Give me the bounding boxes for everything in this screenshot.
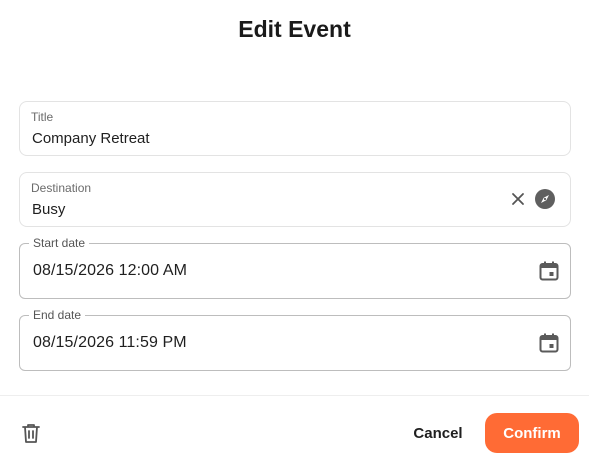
compass-icon[interactable]: [533, 187, 557, 211]
dialog-header: Edit Event: [0, 0, 589, 60]
end-date-label: End date: [29, 308, 86, 322]
cancel-button[interactable]: Cancel: [396, 413, 480, 453]
title-field-value[interactable]: Company Retreat: [32, 130, 150, 147]
confirm-button[interactable]: Confirm: [485, 413, 579, 453]
destination-field-value[interactable]: Busy: [32, 201, 65, 218]
destination-field-label: Destination: [31, 181, 92, 195]
footer-divider: [0, 395, 589, 396]
start-date-field[interactable]: Start date 08/15/2026 12:00 AM: [19, 236, 571, 299]
end-date-field[interactable]: End date 08/15/2026 11:59 PM: [19, 308, 571, 371]
trash-icon[interactable]: [19, 421, 43, 445]
title-field-label: Title: [31, 110, 54, 124]
close-icon[interactable]: [506, 187, 530, 211]
destination-field[interactable]: Destination Busy: [19, 172, 571, 227]
start-date-value[interactable]: 08/15/2026 12:00 AM: [33, 262, 187, 280]
page-title: Edit Event: [238, 16, 351, 42]
calendar-icon[interactable]: [537, 331, 561, 355]
end-date-value[interactable]: 08/15/2026 11:59 PM: [33, 334, 187, 352]
start-date-label: Start date: [29, 236, 90, 250]
calendar-icon[interactable]: [537, 259, 561, 283]
title-field[interactable]: Title Company Retreat: [19, 101, 571, 156]
